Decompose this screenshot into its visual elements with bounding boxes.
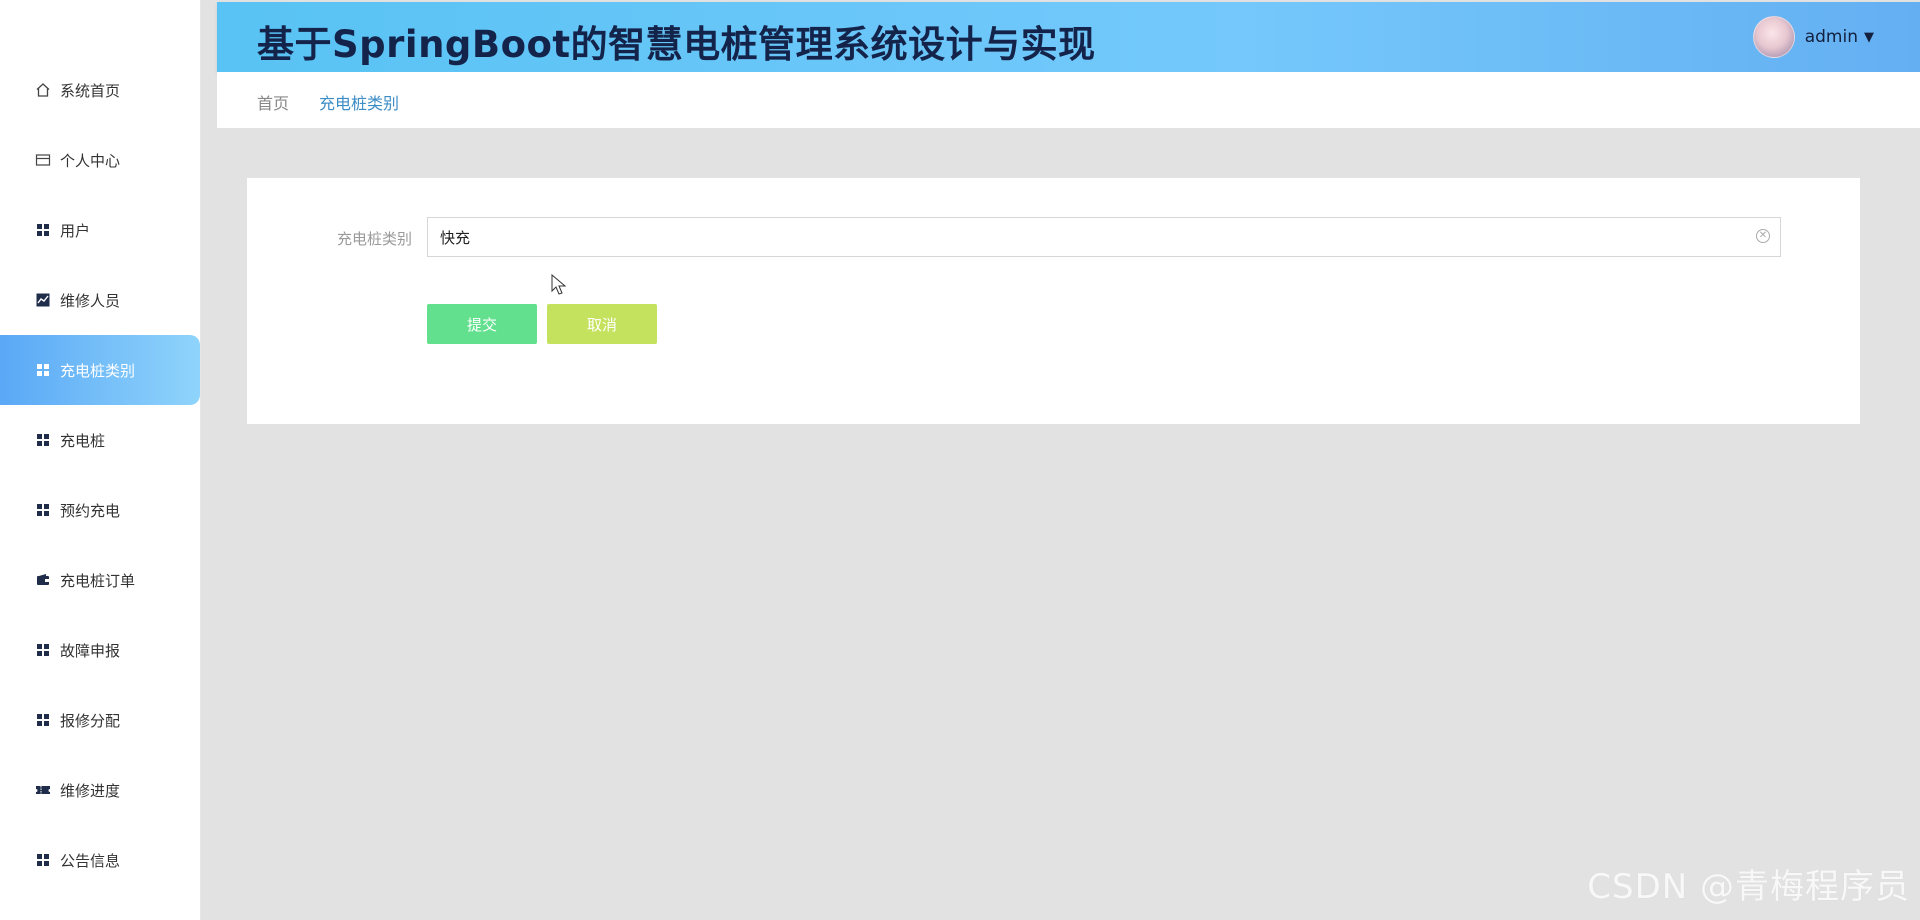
profile-card-icon [34,151,52,169]
watermark: CSDN @青梅程序员 [1587,867,1910,907]
sidebar-item-repair-staff[interactable]: 维修人员 [0,265,200,335]
grid-icon [34,711,52,729]
app-title: 基于SpringBoot的智慧电桩管理系统设计与实现 [257,23,1096,66]
caret-down-icon[interactable]: ▼ [1864,30,1874,45]
sidebar-item-home[interactable]: 系统首页 [0,55,200,125]
cancel-button[interactable]: 取消 [547,304,657,344]
grid-icon [34,851,52,869]
sidebar-item-label: 充电桩 [60,431,106,450]
submit-button[interactable]: 提交 [427,304,537,344]
sidebar-item-label: 报修分配 [60,711,121,730]
grid-icon [34,641,52,659]
ticket-icon [34,781,52,799]
sidebar-item-label: 故障申报 [60,641,121,660]
category-input[interactable] [428,218,1752,256]
chart-icon [34,291,52,309]
sidebar-item-users[interactable]: 用户 [0,195,200,265]
grid-icon [34,431,52,449]
form-card: 充电桩类别 ✕ 提交 取消 [247,178,1860,424]
sidebar-menu: 系统首页 个人中心 用户 维修人员 充电桩类别 充电桩 预约充电 充电桩订单 故… [0,55,200,895]
category-input-wrapper: ✕ [427,217,1781,257]
sidebar-item-label: 维修进度 [60,781,121,800]
breadcrumb-home[interactable]: 首页 [257,90,289,114]
grid-icon [34,361,52,379]
clear-icon[interactable]: ✕ [1756,229,1770,243]
sidebar-item-label: 个人中心 [60,151,121,170]
category-label: 充电桩类别 [337,230,413,248]
grid-icon [34,221,52,239]
sidebar-item-announcements[interactable]: 公告信息 [0,825,200,895]
home-icon [34,81,52,99]
sidebar-item-repair-progress[interactable]: 维修进度 [0,755,200,825]
sidebar-item-label: 公告信息 [60,851,121,870]
breadcrumb: 首页 充电桩类别 [217,72,1920,128]
username[interactable]: admin [1805,27,1858,47]
wallet-icon [34,571,52,589]
sidebar-item-repair-assign[interactable]: 报修分配 [0,685,200,755]
user-menu[interactable]: admin ▼ [1752,16,1874,58]
sidebar-item-reservation[interactable]: 预约充电 [0,475,200,545]
sidebar-item-charger-category[interactable]: 充电桩类别 [0,335,200,405]
sidebar-item-fault-report[interactable]: 故障申报 [0,615,200,685]
breadcrumb-current: 充电桩类别 [319,94,400,113]
sidebar-item-orders[interactable]: 充电桩订单 [0,545,200,615]
avatar[interactable] [1752,16,1795,58]
mouse-cursor-icon [551,274,567,295]
sidebar-item-label: 预约充电 [60,501,121,520]
sidebar-item-label: 充电桩订单 [60,571,136,590]
sidebar-item-charger[interactable]: 充电桩 [0,405,200,475]
sidebar-item-profile[interactable]: 个人中心 [0,125,200,195]
grid-icon [34,501,52,519]
sidebar-item-label: 用户 [60,221,91,240]
sidebar: 系统首页 个人中心 用户 维修人员 充电桩类别 充电桩 预约充电 充电桩订单 故… [0,0,201,920]
sidebar-item-label: 充电桩类别 [60,361,136,380]
header: 基于SpringBoot的智慧电桩管理系统设计与实现 admin ▼ [217,2,1920,72]
sidebar-item-label: 维修人员 [60,291,121,310]
sidebar-item-label: 系统首页 [60,81,121,100]
